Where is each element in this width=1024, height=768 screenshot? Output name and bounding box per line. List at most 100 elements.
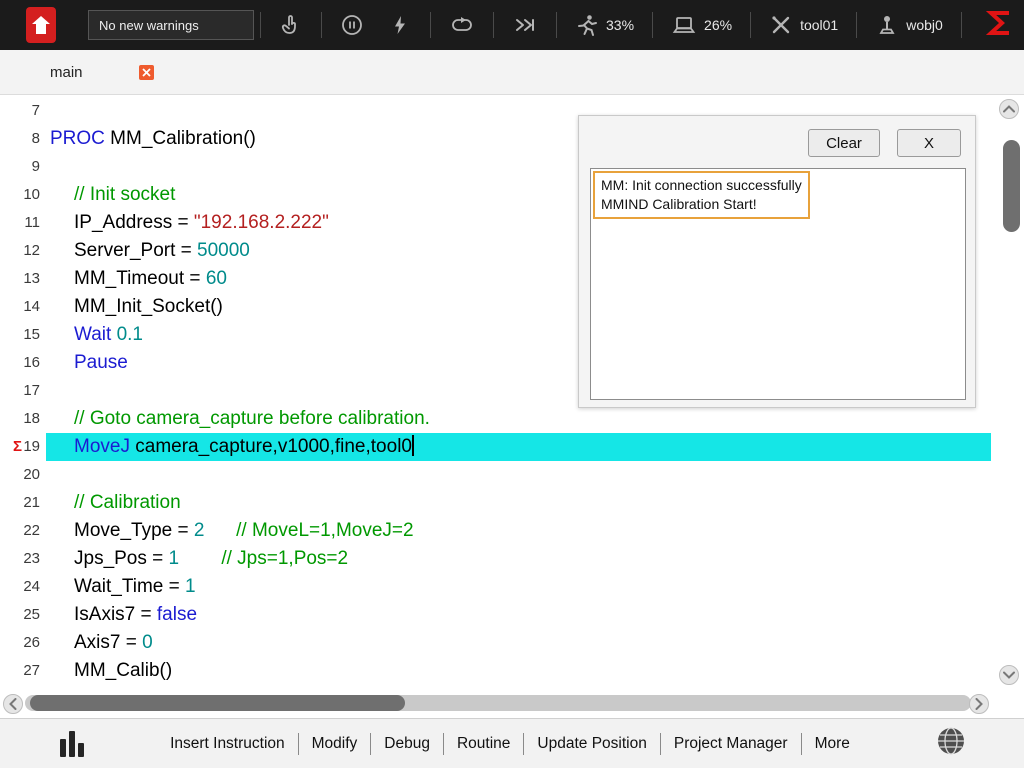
code-line[interactable]: 22Move_Type = 2 // MoveL=1,MoveJ=2 — [0, 517, 991, 545]
hand-cursor-icon[interactable] — [267, 13, 315, 37]
line-number: 10 — [0, 181, 46, 209]
home-icon — [31, 14, 51, 36]
divider — [430, 12, 431, 38]
line-number: 23 — [0, 545, 46, 573]
code-text: IsAxis7 = false — [46, 601, 991, 629]
line-number: 14 — [0, 293, 46, 321]
code-line[interactable]: 20 — [0, 461, 991, 489]
chevron-up-icon — [1003, 105, 1015, 113]
vertical-scrollbar-thumb[interactable] — [1003, 140, 1020, 232]
tab-bar: main — [0, 50, 1024, 95]
debug-button[interactable]: Debug — [371, 735, 443, 753]
scroll-right-button[interactable] — [969, 694, 989, 714]
divider — [652, 12, 653, 38]
line-number: 27 — [0, 657, 46, 685]
sigma-brand-icon — [986, 9, 1012, 42]
warning-text: No new warnings — [99, 18, 199, 33]
chevron-down-icon — [1003, 671, 1015, 679]
project-manager-button[interactable]: Project Manager — [661, 735, 801, 753]
tool-indicator[interactable]: tool01 — [757, 13, 850, 37]
code-line[interactable]: Σ19MoveJ camera_capture,v1000,fine,tool0 — [0, 433, 991, 461]
code-line[interactable]: 18// Goto camera_capture before calibrat… — [0, 405, 991, 433]
language-globe-icon[interactable] — [936, 726, 966, 761]
code-editor[interactable]: 78PROC MM_Calibration()910// Init socket… — [0, 95, 1024, 718]
wobj-indicator[interactable]: wobj0 — [863, 13, 955, 37]
display-percent: 26% — [704, 17, 732, 33]
message-log: MM: Init connection successfully MMIND C… — [590, 168, 966, 400]
line-number: 20 — [0, 461, 46, 489]
scroll-up-button[interactable] — [999, 99, 1019, 119]
code-line[interactable]: 23Jps_Pos = 1 // Jps=1,Pos=2 — [0, 545, 991, 573]
code-text: Jps_Pos = 1 // Jps=1,Pos=2 — [46, 545, 991, 573]
dialog-close-button[interactable]: X — [897, 129, 961, 157]
top-status-bar: No new warnings — [0, 0, 1024, 50]
scroll-left-button[interactable] — [3, 694, 23, 714]
horizontal-scrollbar-thumb[interactable] — [30, 695, 405, 711]
line-number: 22 — [0, 517, 46, 545]
routine-button[interactable]: Routine — [444, 735, 523, 753]
message-line: MMIND Calibration Start! — [601, 195, 802, 214]
code-line[interactable]: 26Axis7 = 0 — [0, 629, 991, 657]
flash-icon[interactable] — [376, 13, 424, 37]
line-number: 11 — [0, 209, 46, 237]
fast-forward-icon[interactable] — [500, 13, 550, 37]
line-number: 9 — [0, 153, 46, 181]
tools-icon — [769, 13, 793, 37]
code-line[interactable]: 27MM_Calib() — [0, 657, 991, 685]
pause-icon[interactable] — [328, 13, 376, 37]
line-number: 26 — [0, 629, 46, 657]
code-text: // Calibration — [46, 489, 991, 517]
program-pointer-icon: Σ — [13, 433, 22, 461]
line-number: 7 — [0, 97, 46, 125]
brand-logo — [26, 7, 56, 43]
more-button[interactable]: More — [802, 735, 863, 753]
message-box: MM: Init connection successfully MMIND C… — [593, 171, 810, 219]
line-number: 12 — [0, 237, 46, 265]
tab-close-button[interactable] — [139, 65, 154, 80]
chevron-left-icon — [9, 698, 17, 710]
running-person-icon — [575, 13, 599, 37]
scroll-down-button[interactable] — [999, 665, 1019, 685]
update-position-button[interactable]: Update Position — [524, 735, 659, 753]
tab-main[interactable]: main — [50, 64, 83, 81]
run-speed-indicator[interactable]: 33% — [563, 13, 646, 37]
modify-button[interactable]: Modify — [299, 735, 371, 753]
line-number: 21 — [0, 489, 46, 517]
display-indicator[interactable]: 26% — [659, 13, 744, 37]
line-number: 18 — [0, 405, 46, 433]
code-line[interactable]: 21// Calibration — [0, 489, 991, 517]
menu-columns-icon[interactable] — [60, 731, 84, 757]
code-text: Axis7 = 0 — [46, 629, 991, 657]
code-text: MM_Calib() — [46, 657, 991, 685]
insert-instruction-button[interactable]: Insert Instruction — [157, 735, 298, 753]
divider — [493, 12, 494, 38]
message-dialog: Clear X MM: Init connection successfully… — [578, 115, 976, 408]
chevron-right-icon — [975, 698, 983, 710]
line-number: 25 — [0, 601, 46, 629]
bottom-menu-bar: Insert Instruction Modify Debug Routine … — [0, 718, 1024, 768]
divider — [856, 12, 857, 38]
divider — [961, 12, 962, 38]
divider — [321, 12, 322, 38]
code-text: Move_Type = 2 // MoveL=1,MoveJ=2 — [46, 517, 991, 545]
code-line[interactable]: 24Wait_Time = 1 — [0, 573, 991, 601]
divider — [750, 12, 751, 38]
line-number: 13 — [0, 265, 46, 293]
code-line[interactable]: 25IsAxis7 = false — [0, 601, 991, 629]
warning-status[interactable]: No new warnings — [88, 10, 254, 40]
laptop-icon — [671, 13, 697, 37]
clear-button[interactable]: Clear — [808, 129, 880, 157]
line-number: Σ19 — [0, 433, 46, 461]
divider — [260, 12, 261, 38]
divider — [556, 12, 557, 38]
close-icon — [142, 68, 151, 77]
code-text: MoveJ camera_capture,v1000,fine,tool0 — [46, 433, 991, 461]
loop-icon[interactable] — [437, 13, 487, 37]
wobj-name: wobj0 — [906, 17, 943, 33]
text-cursor — [412, 435, 414, 456]
code-text: Wait_Time = 1 — [46, 573, 991, 601]
message-line: MM: Init connection successfully — [601, 176, 802, 195]
code-text — [46, 461, 991, 489]
line-number: 8 — [0, 125, 46, 153]
line-number: 16 — [0, 349, 46, 377]
